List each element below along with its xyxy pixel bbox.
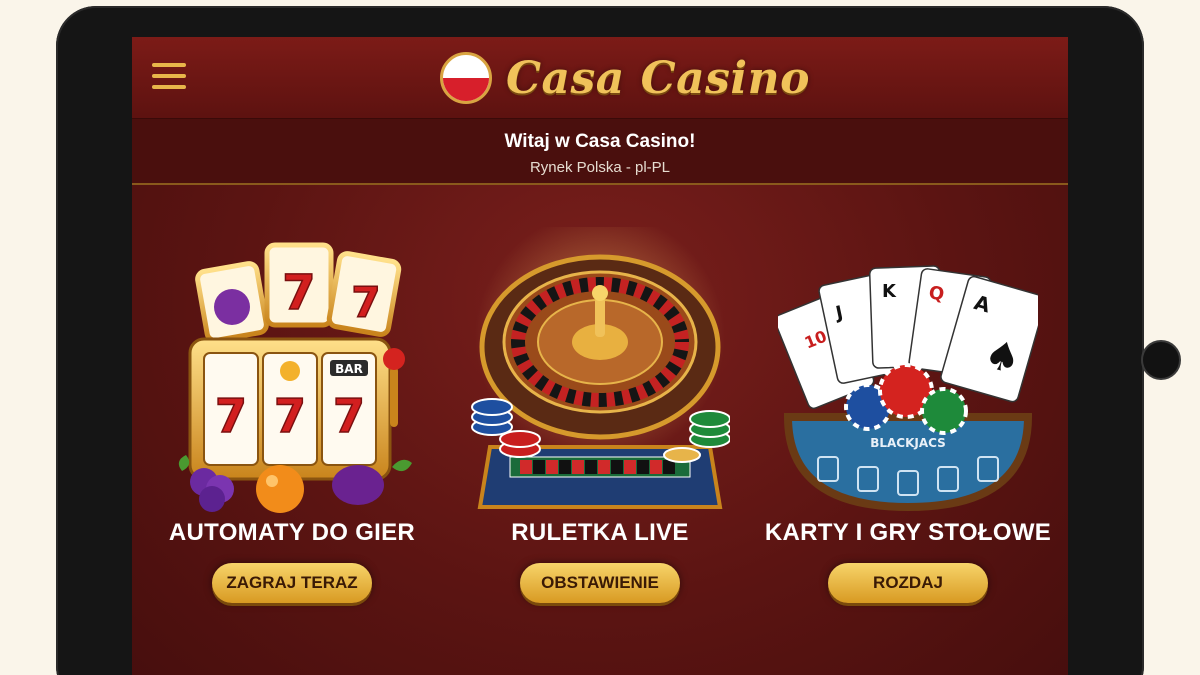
table-label: BLACKJACS bbox=[870, 436, 946, 450]
game-title-roulette: RULETKA LIVE bbox=[511, 519, 689, 546]
game-title-table-games: KARTY I GRY STOŁOWE bbox=[764, 519, 1052, 546]
svg-text:Q: Q bbox=[927, 282, 945, 305]
roulette-wheel-icon bbox=[470, 212, 731, 517]
game-card-roulette[interactable]: RULETKA LIVE OBSTAWIENIE bbox=[450, 212, 750, 627]
welcome-banner: Witaj w Casa Casino! Rynek Polska - pl-P… bbox=[132, 119, 1068, 185]
place-bet-button[interactable]: OBSTAWIENIE bbox=[520, 563, 680, 603]
svg-text:K: K bbox=[882, 281, 897, 302]
svg-text:7: 7 bbox=[351, 278, 380, 327]
svg-text:BAR: BAR bbox=[335, 362, 363, 376]
brand-name: Casa Casino bbox=[506, 52, 810, 104]
welcome-title: Witaj w Casa Casino! bbox=[504, 131, 696, 152]
svg-text:7: 7 bbox=[215, 389, 247, 443]
svg-text:7: 7 bbox=[333, 389, 365, 443]
poland-flag-icon bbox=[440, 52, 492, 104]
playing-cards-icon: BLACKJACS 10 J K Q A ♠ bbox=[774, 227, 1047, 517]
app-screen: Casa Casino Witaj w Casa Casino! Rynek P… bbox=[132, 37, 1068, 675]
menu-icon[interactable] bbox=[152, 63, 186, 91]
svg-text:7: 7 bbox=[274, 389, 306, 443]
game-card-table-games[interactable]: BLACKJACS 10 J K Q A ♠ KARTY I GRY STOŁO… bbox=[758, 227, 1058, 627]
game-title-slots: AUTOMATY DO GIER bbox=[168, 519, 416, 546]
top-bar: Casa Casino bbox=[132, 37, 1068, 119]
home-button[interactable] bbox=[1141, 340, 1181, 380]
game-card-slots[interactable]: 7 7 7 7 7 BAR AUTOMATY DO GIER ZAGRAJ TE… bbox=[142, 227, 442, 627]
slot-machine-icon: 7 7 7 7 7 BAR bbox=[162, 227, 422, 517]
brand-logo[interactable]: Casa Casino bbox=[440, 51, 810, 105]
play-now-button[interactable]: ZAGRAJ TERAZ bbox=[212, 563, 372, 603]
deal-button[interactable]: ROZDAJ bbox=[828, 563, 988, 603]
market-locale: Rynek Polska - pl-PL bbox=[529, 159, 671, 176]
svg-text:7: 7 bbox=[282, 265, 315, 321]
